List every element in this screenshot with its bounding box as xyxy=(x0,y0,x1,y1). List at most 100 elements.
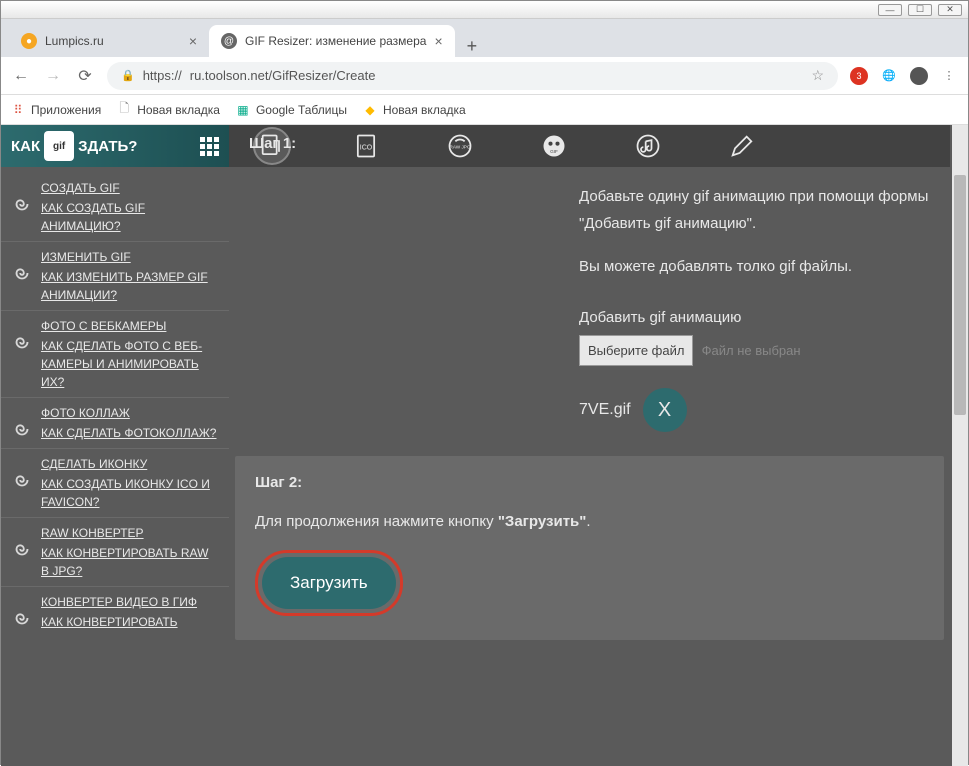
page-icon: 🗋 xyxy=(117,103,131,117)
sidebar-title[interactable]: ФОТО КОЛЛАЖ xyxy=(41,404,216,422)
spiral-icon xyxy=(11,538,33,560)
window-minimize[interactable]: — xyxy=(878,4,902,16)
tool-tab-edit[interactable] xyxy=(723,127,761,165)
sidebar-title[interactable]: СДЕЛАТЬ ИКОНКУ xyxy=(41,455,219,473)
bookmark-sheets[interactable]: ▦ Google Таблицы xyxy=(236,103,347,117)
nav-reload[interactable]: ⟳ xyxy=(75,66,95,86)
gif-logo-icon: gif xyxy=(44,131,74,161)
sidebar-item-video[interactable]: КОНВЕРТЕР ВИДЕО В ГИФ КАК КОНВЕРТИРОВАТЬ xyxy=(1,587,229,637)
spiral-icon xyxy=(11,418,33,440)
upload-button-highlight: Загрузить xyxy=(255,550,403,616)
favicon-lumpics: ● xyxy=(21,33,37,49)
uploaded-file-row: 7VE.gif X xyxy=(579,388,930,432)
sidebar-title[interactable]: RAW КОНВЕРТЕР xyxy=(41,524,219,542)
sidebar-title[interactable]: КОНВЕРТЕР ВИДЕО В ГИФ xyxy=(41,593,197,611)
sidebar-items: СОЗДАТЬ GIF КАК СОЗДАТЬ GIF АНИМАЦИЮ? ИЗМ… xyxy=(1,167,229,643)
bookmarks-bar: ⠿ Приложения 🗋 Новая вкладка ▦ Google Та… xyxy=(1,95,968,125)
sidebar-desc[interactable]: КАК КОНВЕРТИРОВАТЬ xyxy=(41,613,197,631)
browser-menu-icon[interactable]: ⋮ xyxy=(940,67,958,85)
nav-back[interactable]: ← xyxy=(11,67,31,85)
tool-tab-audio[interactable] xyxy=(629,127,667,165)
step1-area: Добавьте одину gif анимацию при помощи ф… xyxy=(229,167,950,448)
spiral-icon xyxy=(11,262,33,284)
tab-title: Lumpics.ru xyxy=(45,34,104,48)
url-text: ru.toolson.net/GifResizer/Create xyxy=(190,68,376,83)
bookmark-apps[interactable]: ⠿ Приложения xyxy=(11,103,101,117)
sidebar-item-create-gif[interactable]: СОЗДАТЬ GIF КАК СОЗДАТЬ GIF АНИМАЦИЮ? xyxy=(1,173,229,242)
tab-close-icon[interactable]: × xyxy=(189,33,197,49)
svg-text:RAW JPG: RAW JPG xyxy=(449,144,470,149)
url-bar[interactable]: 🔒 https:// ru.toolson.net/GifResizer/Crea… xyxy=(107,62,838,90)
svg-text:GIF: GIF xyxy=(550,149,558,154)
scrollbar-thumb[interactable] xyxy=(954,175,966,415)
choose-file-button[interactable]: Выберите файл xyxy=(579,335,693,366)
tab-lumpics[interactable]: ● Lumpics.ru × xyxy=(9,25,209,57)
spiral-icon xyxy=(11,193,33,215)
tab-title: GIF Resizer: изменение размера xyxy=(245,34,426,48)
grid-menu-icon[interactable] xyxy=(200,137,219,156)
scrollbar[interactable] xyxy=(952,125,968,766)
bookmark-label: Новая вкладка xyxy=(383,103,466,117)
sidebar-desc[interactable]: КАК ИЗМЕНИТЬ РАЗМЕР GIF АНИМАЦИИ? xyxy=(41,268,219,304)
bookmark-newtab2[interactable]: ◆ Новая вкладка xyxy=(363,103,466,117)
profile-avatar[interactable] xyxy=(910,67,928,85)
sidebar-desc[interactable]: КАК СОЗДАТЬ GIF АНИМАЦИЮ? xyxy=(41,199,219,235)
url-prefix: https:// xyxy=(143,68,182,83)
tool-tab-raw[interactable]: RAW JPG xyxy=(441,127,479,165)
bookmark-newtab1[interactable]: 🗋 Новая вкладка xyxy=(117,103,220,117)
extension-lastpass-icon[interactable]: 3 xyxy=(850,67,868,85)
step1-instructions: Добавьте одину gif анимацию при помощи ф… xyxy=(579,183,930,432)
add-gif-label: Добавить gif анимацию xyxy=(579,304,930,331)
spiral-icon xyxy=(11,607,33,629)
browser-toolbar: ← → ⟳ 🔒 https:// ru.toolson.net/GifResize… xyxy=(1,57,968,95)
lock-icon: 🔒 xyxy=(121,69,135,82)
bookmark-label: Приложения xyxy=(31,103,101,117)
page-content: КАК gif ЗДАТЬ? СОЗДАТЬ GIF КАК СОЗДАТЬ GI… xyxy=(1,125,968,766)
sidebar-title[interactable]: СОЗДАТЬ GIF xyxy=(41,179,219,197)
sidebar-title[interactable]: ФОТО С ВЕБКАМЕРЫ xyxy=(41,317,219,335)
sidebar-desc[interactable]: КАК СДЕЛАТЬ ФОТО С ВЕБ-КАМЕРЫ И АНИМИРОВ… xyxy=(41,337,219,391)
sidebar-title[interactable]: ИЗМЕНИТЬ GIF xyxy=(41,248,219,266)
favicon-toolson: @ xyxy=(221,33,237,49)
bookmark-star-icon[interactable]: ☆ xyxy=(811,67,824,84)
sidebar-desc[interactable]: КАК КОНВЕРТИРОВАТЬ RAW В JPG? xyxy=(41,544,219,580)
sidebar-desc[interactable]: КАК СДЕЛАТЬ ФОТОКОЛЛАЖ? xyxy=(41,424,216,442)
tab-gifresizer[interactable]: @ GIF Resizer: изменение размера × xyxy=(209,25,455,57)
bookmark-label: Новая вкладка xyxy=(137,103,220,117)
sidebar-header[interactable]: КАК gif ЗДАТЬ? xyxy=(1,125,229,167)
window-titlebar: — ☐ ✕ xyxy=(1,1,968,19)
new-tab-button[interactable]: + xyxy=(455,36,490,57)
sheets-icon: ▦ xyxy=(236,103,250,117)
step2-text: Для продолжения нажмите кнопку "Загрузит… xyxy=(255,513,924,530)
uploaded-filename: 7VE.gif xyxy=(579,396,631,425)
sidebar-item-webcam[interactable]: ФОТО С ВЕБКАМЕРЫ КАК СДЕЛАТЬ ФОТО С ВЕБ-К… xyxy=(1,311,229,398)
instruction-text: Добавьте одину gif анимацию при помощи ф… xyxy=(579,183,930,237)
remove-file-button[interactable]: X xyxy=(643,388,687,432)
step1-preview xyxy=(249,183,579,432)
file-status: Файл не выбран xyxy=(702,343,801,358)
sidebar-header-text: КАК xyxy=(11,138,40,155)
step2-title: Шаг 2: xyxy=(255,474,924,491)
sidebar-item-icon[interactable]: СДЕЛАТЬ ИКОНКУ КАК СОЗДАТЬ ИКОНКУ ICO И F… xyxy=(1,449,229,518)
tool-tab-ico[interactable]: ICO xyxy=(347,127,385,165)
tab-close-icon[interactable]: × xyxy=(434,33,442,49)
spiral-icon xyxy=(11,331,33,353)
tool-tab-video-gif[interactable]: GIF xyxy=(535,127,573,165)
sidebar-item-resize-gif[interactable]: ИЗМЕНИТЬ GIF КАК ИЗМЕНИТЬ РАЗМЕР GIF АНИМ… xyxy=(1,242,229,311)
apps-icon: ⠿ xyxy=(11,103,25,117)
upload-button[interactable]: Загрузить xyxy=(262,557,396,609)
spiral-icon xyxy=(11,469,33,491)
instruction-text: Вы можете добавлять толко gif файлы. xyxy=(579,253,930,280)
step1-label: Шаг 1: xyxy=(249,135,296,152)
sidebar-desc[interactable]: КАК СОЗДАТЬ ИКОНКУ ICO И FAVICON? xyxy=(41,475,219,511)
nav-forward[interactable]: → xyxy=(43,67,63,85)
window-close[interactable]: ✕ xyxy=(938,4,962,16)
main-content: Шаг 1: ICO RAW JPG GIF Добавьте одину gi… xyxy=(229,125,968,766)
sidebar-item-collage[interactable]: ФОТО КОЛЛАЖ КАК СДЕЛАТЬ ФОТОКОЛЛАЖ? xyxy=(1,398,229,449)
sidebar-item-raw[interactable]: RAW КОНВЕРТЕР КАК КОНВЕРТИРОВАТЬ RAW В JP… xyxy=(1,518,229,587)
sidebar: КАК gif ЗДАТЬ? СОЗДАТЬ GIF КАК СОЗДАТЬ GI… xyxy=(1,125,229,766)
file-input-row: Выберите файл Файл не выбран xyxy=(579,335,930,366)
extension-icons: 3 🌐 ⋮ xyxy=(850,67,958,85)
window-maximize[interactable]: ☐ xyxy=(908,4,932,16)
extension-globe-icon[interactable]: 🌐 xyxy=(880,67,898,85)
